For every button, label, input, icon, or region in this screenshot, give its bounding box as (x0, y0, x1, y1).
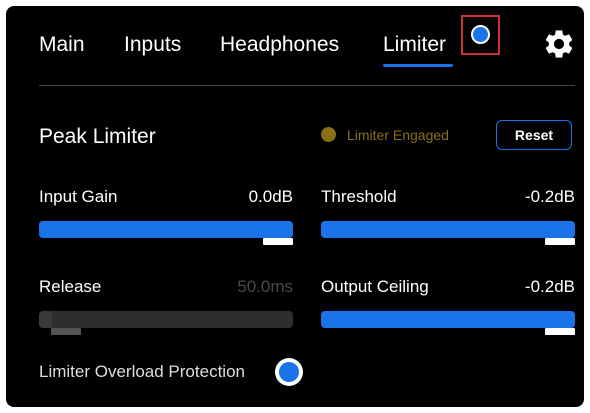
threshold-slider[interactable] (321, 221, 575, 245)
gear-icon[interactable] (542, 27, 576, 61)
limiter-engaged-indicator (321, 127, 336, 142)
tab-limiter[interactable]: Limiter (383, 33, 446, 57)
release-slider[interactable] (39, 311, 293, 335)
header-divider (39, 85, 575, 86)
input-gain-value: 0.0dB (248, 187, 293, 206)
section-title: Peak Limiter (39, 125, 156, 148)
release-label: Release (39, 277, 102, 296)
output-ceiling-value: -0.2dB (524, 277, 575, 296)
release-slider-thumb[interactable] (51, 328, 81, 335)
output-ceiling-label: Output Ceiling (321, 277, 429, 296)
output-ceiling-slider[interactable] (321, 311, 575, 335)
release-slider-fill (39, 311, 52, 328)
overload-protection-toggle[interactable] (275, 358, 303, 386)
threshold-value: -0.2dB (524, 187, 575, 206)
active-tab-indicator (383, 64, 453, 67)
input-gain-slider[interactable] (39, 221, 293, 245)
input-gain-slider-fill (39, 221, 293, 238)
threshold-label: Threshold (321, 187, 397, 206)
input-gain-slider-thumb[interactable] (263, 238, 293, 245)
tab-inputs[interactable]: Inputs (124, 33, 181, 57)
output-ceiling-slider-thumb[interactable] (545, 328, 575, 335)
reset-button[interactable]: Reset (496, 120, 572, 150)
power-toggle-icon (471, 25, 490, 44)
tab-headphones[interactable]: Headphones (220, 33, 339, 57)
threshold-slider-fill (321, 221, 575, 238)
release-value: 50.0ms (237, 277, 293, 296)
input-gain-label: Input Gain (39, 187, 118, 206)
threshold-slider-thumb[interactable] (545, 238, 575, 245)
overload-protection-label: Limiter Overload Protection (39, 362, 245, 381)
tab-main[interactable]: Main (39, 33, 85, 57)
limiter-power-toggle[interactable] (461, 15, 500, 55)
output-ceiling-slider-fill (321, 311, 575, 328)
limiter-engaged-label: Limiter Engaged (347, 127, 449, 143)
limiter-panel: Main Inputs Headphones Limiter Peak Limi… (6, 6, 584, 407)
